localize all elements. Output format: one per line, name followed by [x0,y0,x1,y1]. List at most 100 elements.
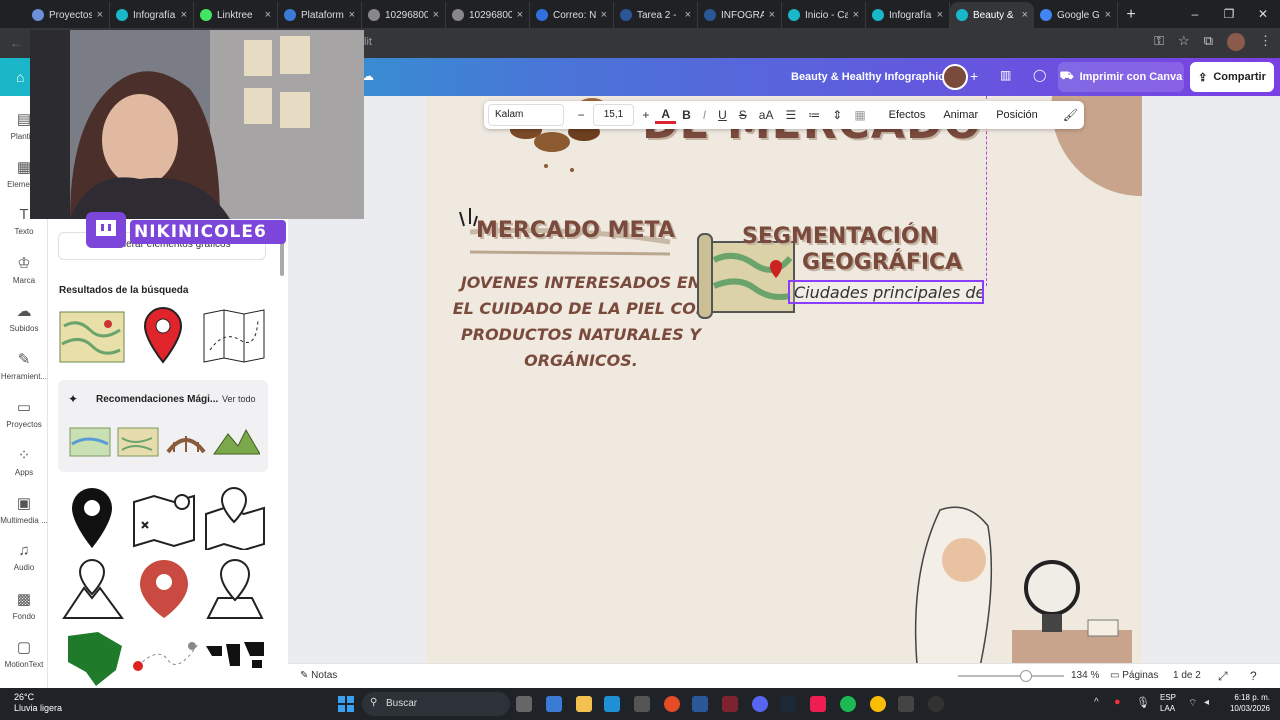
extensions-icon[interactable]: ⧉ [1204,33,1213,51]
rail-item[interactable]: ▣ Multimedia ... [0,494,48,525]
back-icon[interactable]: ← [10,36,22,50]
tab-close-icon[interactable]: × [601,9,607,21]
start-icon[interactable] [338,696,354,712]
bold-icon[interactable]: B [676,108,697,122]
store-icon[interactable] [634,696,650,712]
selected-text-box[interactable]: Ciudades principales de [788,280,984,304]
zoom-slider-handle[interactable] [1020,670,1032,682]
profile-avatar[interactable] [1227,33,1245,51]
browser-tab[interactable]: Proyectos × [26,2,110,28]
url-text[interactable]: lit [364,36,372,48]
obs-icon[interactable] [928,696,944,712]
animate-button[interactable]: Animar [934,109,987,121]
tab-close-icon[interactable]: × [97,9,103,21]
comment-icon[interactable]: ◯ [1033,68,1046,82]
browser-tab[interactable]: Beauty & × [950,2,1034,28]
rail-item[interactable]: ♫ Audio [0,542,48,572]
steam-icon[interactable] [780,696,796,712]
browser-tab[interactable]: Google G × [1034,2,1118,28]
segmentation-title-1[interactable]: SEGMENTACIÓN [742,224,938,249]
tab-close-icon[interactable]: × [1105,9,1111,21]
tab-close-icon[interactable]: × [265,9,271,21]
taskbar-search[interactable]: ⚲ Buscar [362,692,510,716]
browser-tab[interactable]: 10296800 × [446,2,530,28]
pin-on-map-thumbnail[interactable] [202,484,268,550]
browser-tab[interactable]: Infografía × [866,2,950,28]
tab-close-icon[interactable]: × [433,9,439,21]
browser-tab[interactable]: Infografía × [110,2,194,28]
copilot-icon[interactable] [546,696,562,712]
map-thumbnail[interactable] [58,306,126,366]
fullscreen-icon[interactable]: ⤢ [1218,669,1228,684]
spotify-icon[interactable] [840,696,856,712]
tab-close-icon[interactable]: × [685,9,691,21]
font-size-input[interactable]: 15,1 [592,104,635,126]
password-key-icon[interactable]: ⚿ [1154,33,1164,51]
effects-button[interactable]: Efectos [880,109,935,121]
tab-close-icon[interactable]: × [517,9,523,21]
reco-map-1[interactable] [68,424,112,460]
red-pin-thumbnail[interactable] [136,556,192,622]
paint-format-icon[interactable]: 🖌 [1057,108,1084,122]
transparency-icon[interactable]: ▦ [848,108,871,122]
rail-item[interactable]: ⁘ Apps [0,446,48,477]
align-center-icon[interactable]: ☰ [779,108,802,122]
edge-icon[interactable] [604,696,620,712]
pages-button[interactable]: ▭ Páginas [1110,670,1158,681]
home-icon[interactable]: ⌂ [16,69,24,85]
rail-item[interactable]: ☁ Subidos [0,302,48,333]
chrome-active-icon[interactable] [870,696,886,712]
zoom-level[interactable]: 134 % [1071,670,1099,681]
list-icon[interactable]: ≔ [802,108,826,122]
map-route-thumbnail[interactable] [130,486,198,548]
map-pin-thumbnail[interactable] [138,304,188,368]
analytics-icon[interactable]: ▥ [1000,68,1011,82]
browser-tab[interactable]: Inicio - Ca × [782,2,866,28]
increase-size-icon[interactable]: + [636,108,655,122]
new-tab-button[interactable]: + [1118,2,1144,28]
rail-item[interactable]: ♔ Marca [0,254,48,285]
tiktok-icon[interactable] [810,696,826,712]
file-explorer-icon[interactable] [576,696,592,712]
browser-tab[interactable]: Tarea 2 - E × [614,2,698,28]
text-color-icon[interactable]: A [655,107,677,124]
tab-close-icon[interactable]: × [181,9,187,21]
tab-close-icon[interactable]: × [349,9,355,21]
notes-button[interactable]: ✎ Notas [300,670,337,681]
rail-item[interactable]: ✎ Herramient... [0,350,48,381]
rail-item[interactable]: ▭ Proyectos [0,398,48,429]
pin-triangle-thumbnail[interactable] [60,556,126,622]
segmentation-title-2[interactable]: GEOGRÁFICA [802,250,962,275]
strikethrough-icon[interactable]: S [733,108,753,122]
folded-map-thumbnail[interactable] [200,306,268,366]
meta-title[interactable]: MERCADO META [476,218,675,243]
clock[interactable]: 6:18 p. m. 10/03/2026 [1222,692,1270,714]
zoom-slider[interactable] [958,675,1064,677]
bookmark-star-icon[interactable]: ☆ [1178,33,1190,51]
reco-mountains[interactable] [212,424,260,460]
font-selector[interactable]: Kalam [488,104,564,126]
maximize-icon[interactable]: ❐ [1212,0,1246,28]
reco-map-2[interactable] [116,424,160,460]
text-case-icon[interactable]: aA [753,108,780,122]
microphone-icon[interactable]: 🎙 [1136,696,1150,709]
underline-icon[interactable]: U [712,108,733,122]
meta-body[interactable]: JOVENES INTERESADOS EN EL CUIDADO DE LA … [446,270,716,374]
rail-item[interactable]: ▢ MotionText [0,638,48,669]
world-map-thumbnail[interactable] [202,636,268,676]
print-with-canva-button[interactable]: ⛟ Imprimir con Canva [1058,62,1184,92]
browser-tab[interactable]: 10296800 × [362,2,446,28]
task-view-icon[interactable] [516,696,532,712]
pin-on-plane-thumbnail[interactable] [202,556,268,622]
tab-close-icon[interactable]: × [937,9,943,21]
tab-close-icon[interactable]: × [853,9,859,21]
weather-widget[interactable]: 26°C Lluvia ligera [14,692,62,714]
see-all-link[interactable]: Ver todo [222,394,256,404]
network-icon[interactable]: ⌔ [1188,697,1197,710]
app-icon-2[interactable] [898,696,914,712]
reco-bridge[interactable] [164,424,208,460]
outlook-icon[interactable] [692,696,708,712]
rail-item[interactable]: ▩ Fondo [0,590,48,621]
minimize-icon[interactable]: – [1178,0,1212,28]
app-icon[interactable] [722,696,738,712]
